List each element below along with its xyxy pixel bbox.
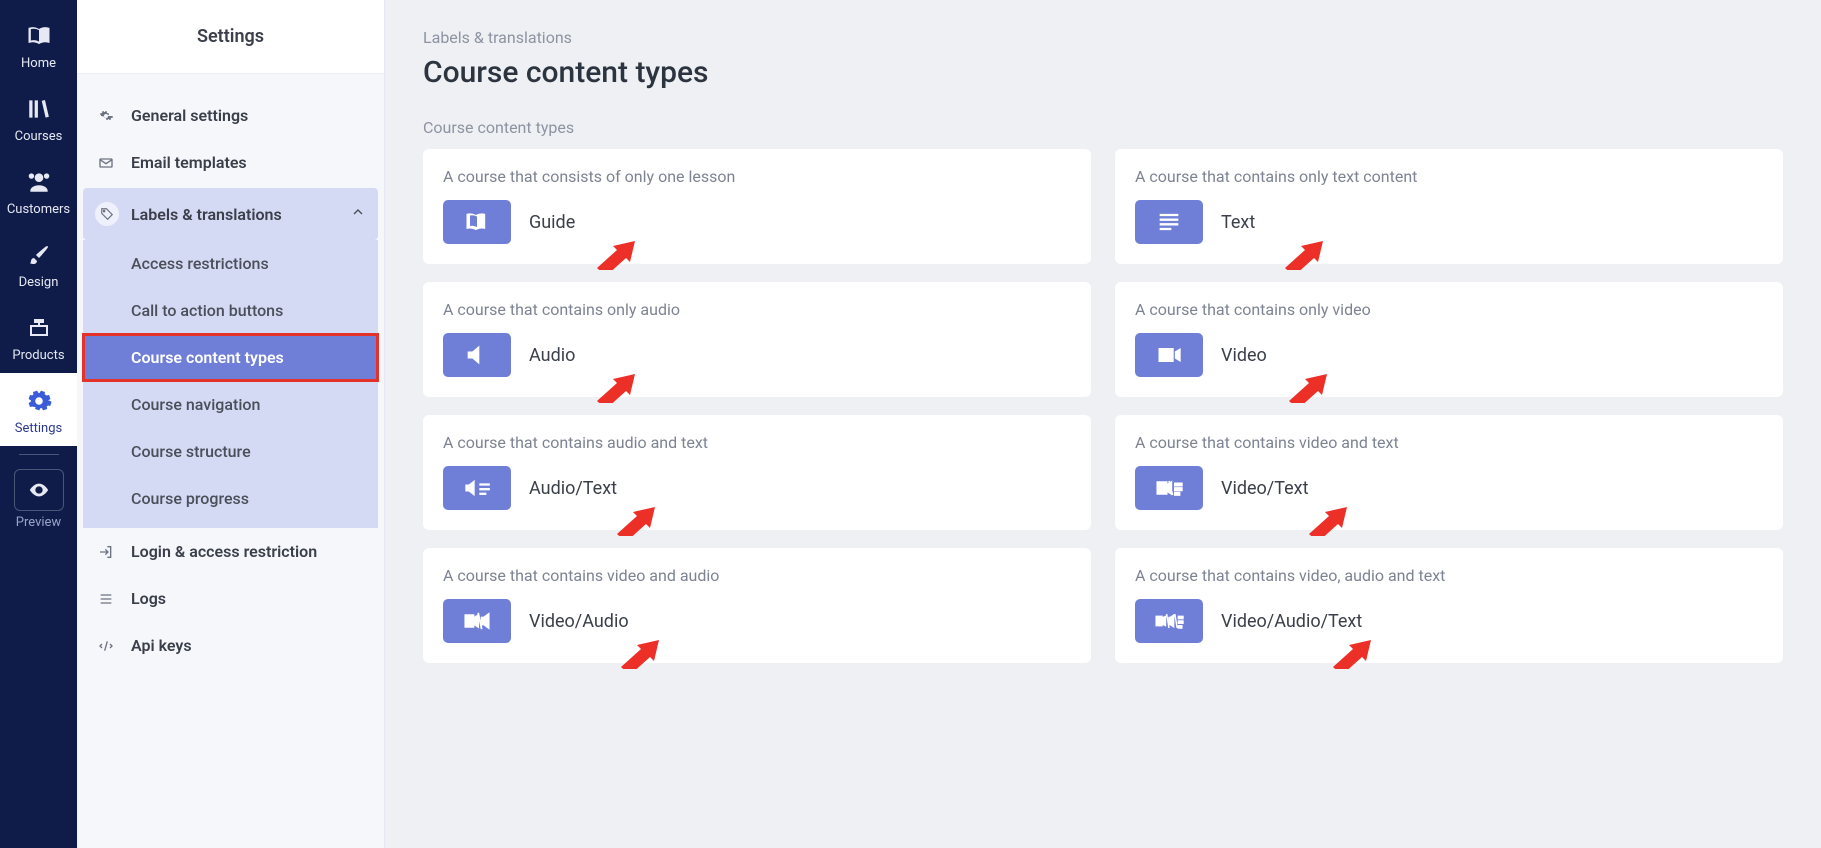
card-label: Audio bbox=[529, 345, 575, 366]
menu-labels-translations[interactable]: Labels & translations bbox=[83, 188, 378, 240]
card-label: Audio/Text bbox=[529, 478, 617, 499]
content-type-card[interactable]: A course that contains audio and text Au… bbox=[423, 415, 1091, 530]
rail-home-label: Home bbox=[21, 56, 56, 71]
gear-small-icon bbox=[95, 108, 117, 124]
book-open-icon bbox=[23, 20, 55, 52]
content-type-card[interactable]: A course that consists of only one lesso… bbox=[423, 149, 1091, 264]
page-title: Course content types bbox=[423, 55, 1783, 90]
menu-general-settings[interactable]: General settings bbox=[83, 92, 378, 139]
chevron-up-icon bbox=[350, 204, 366, 224]
mail-icon bbox=[95, 155, 117, 171]
rail-customers-label: Customers bbox=[7, 202, 70, 217]
annotation-arrow-icon bbox=[1329, 639, 1373, 669]
card-label: Video/Audio bbox=[529, 611, 629, 632]
users-icon bbox=[23, 166, 55, 198]
card-desc: A course that contains only text content bbox=[1135, 167, 1763, 186]
card-desc: A course that consists of only one lesso… bbox=[443, 167, 1071, 186]
menu-email-label: Email templates bbox=[131, 153, 247, 172]
card-label: Video/Audio/Text bbox=[1221, 611, 1362, 632]
sub-course-navigation[interactable]: Course navigation bbox=[83, 381, 378, 428]
section-label: Course content types bbox=[423, 118, 1783, 137]
card-label: Text bbox=[1221, 212, 1255, 233]
card-desc: A course that contains video, audio and … bbox=[1135, 566, 1763, 585]
text-icon bbox=[1135, 200, 1203, 244]
rail-separator bbox=[19, 454, 59, 455]
brush-icon bbox=[23, 239, 55, 271]
content-type-card[interactable]: A course that contains video and text Vi… bbox=[1115, 415, 1783, 530]
panel-body: General settings Email templates Labels … bbox=[77, 74, 384, 669]
panel-title: Settings bbox=[77, 0, 384, 74]
rail-design[interactable]: Design bbox=[0, 227, 77, 300]
menu-email-templates[interactable]: Email templates bbox=[83, 139, 378, 186]
annotation-arrow-icon bbox=[1281, 240, 1325, 270]
card-desc: A course that contains only video bbox=[1135, 300, 1763, 319]
video-audio-text-icon bbox=[1135, 599, 1203, 643]
sub-call-to-action[interactable]: Call to action buttons bbox=[83, 287, 378, 334]
main-content: Labels & translations Course content typ… bbox=[385, 0, 1821, 848]
rail-design-label: Design bbox=[19, 275, 59, 290]
card-desc: A course that contains audio and text bbox=[443, 433, 1071, 452]
card-grid: A course that consists of only one lesso… bbox=[423, 149, 1783, 663]
rail-preview[interactable] bbox=[14, 469, 64, 511]
tag-icon bbox=[95, 202, 119, 226]
speaker-icon bbox=[443, 333, 511, 377]
nav-rail: Home Courses Customers Design Products S… bbox=[0, 0, 77, 848]
gear-icon bbox=[23, 385, 55, 417]
card-label: Video bbox=[1221, 345, 1267, 366]
menu-api-keys[interactable]: Api keys bbox=[83, 622, 378, 669]
video-audio-icon bbox=[443, 599, 511, 643]
annotation-arrow-icon bbox=[1305, 506, 1349, 536]
annotation-arrow-icon bbox=[593, 240, 637, 270]
api-icon bbox=[95, 638, 117, 654]
breadcrumb: Labels & translations bbox=[423, 28, 1783, 47]
video-text-icon bbox=[1135, 466, 1203, 510]
content-type-card[interactable]: A course that contains only video Video bbox=[1115, 282, 1783, 397]
menu-labels-label: Labels & translations bbox=[131, 205, 282, 224]
menu-login-access[interactable]: Login & access restriction bbox=[83, 528, 378, 575]
menu-logs-label: Logs bbox=[131, 589, 166, 608]
package-icon bbox=[23, 312, 55, 344]
menu-general-label: General settings bbox=[131, 106, 248, 125]
rail-settings[interactable]: Settings bbox=[0, 373, 77, 446]
sub-course-structure[interactable]: Course structure bbox=[83, 428, 378, 475]
labels-sublist: Access restrictions Call to action butto… bbox=[83, 240, 378, 528]
card-desc: A course that contains video and audio bbox=[443, 566, 1071, 585]
video-icon bbox=[1135, 333, 1203, 377]
content-type-card[interactable]: A course that contains video and audio V… bbox=[423, 548, 1091, 663]
rail-courses[interactable]: Courses bbox=[0, 81, 77, 154]
sub-course-progress[interactable]: Course progress bbox=[83, 475, 378, 522]
rail-courses-label: Courses bbox=[15, 129, 63, 144]
speaker-text-icon bbox=[443, 466, 511, 510]
rail-home[interactable]: Home bbox=[0, 8, 77, 81]
annotation-arrow-icon bbox=[1285, 373, 1329, 403]
books-icon bbox=[23, 93, 55, 125]
annotation-arrow-icon bbox=[593, 373, 637, 403]
annotation-arrow-icon bbox=[613, 506, 657, 536]
login-icon bbox=[95, 544, 117, 560]
annotation-arrow-icon bbox=[617, 639, 661, 669]
book-icon bbox=[443, 200, 511, 244]
rail-preview-label: Preview bbox=[16, 515, 61, 530]
menu-api-label: Api keys bbox=[131, 636, 192, 655]
settings-panel: Settings General settings Email template… bbox=[77, 0, 385, 848]
content-type-card[interactable]: A course that contains video, audio and … bbox=[1115, 548, 1783, 663]
menu-login-label: Login & access restriction bbox=[131, 542, 317, 561]
content-type-card[interactable]: A course that contains only audio Audio bbox=[423, 282, 1091, 397]
rail-customers[interactable]: Customers bbox=[0, 154, 77, 227]
content-type-card[interactable]: A course that contains only text content… bbox=[1115, 149, 1783, 264]
menu-logs[interactable]: Logs bbox=[83, 575, 378, 622]
sub-course-content-types[interactable]: Course content types bbox=[83, 334, 378, 381]
list-icon bbox=[95, 591, 117, 607]
card-label: Video/Text bbox=[1221, 478, 1308, 499]
rail-products-label: Products bbox=[12, 348, 64, 363]
rail-settings-label: Settings bbox=[15, 421, 62, 436]
sub-access-restrictions[interactable]: Access restrictions bbox=[83, 240, 378, 287]
card-desc: A course that contains only audio bbox=[443, 300, 1071, 319]
card-label: Guide bbox=[529, 212, 575, 233]
card-desc: A course that contains video and text bbox=[1135, 433, 1763, 452]
rail-products[interactable]: Products bbox=[0, 300, 77, 373]
